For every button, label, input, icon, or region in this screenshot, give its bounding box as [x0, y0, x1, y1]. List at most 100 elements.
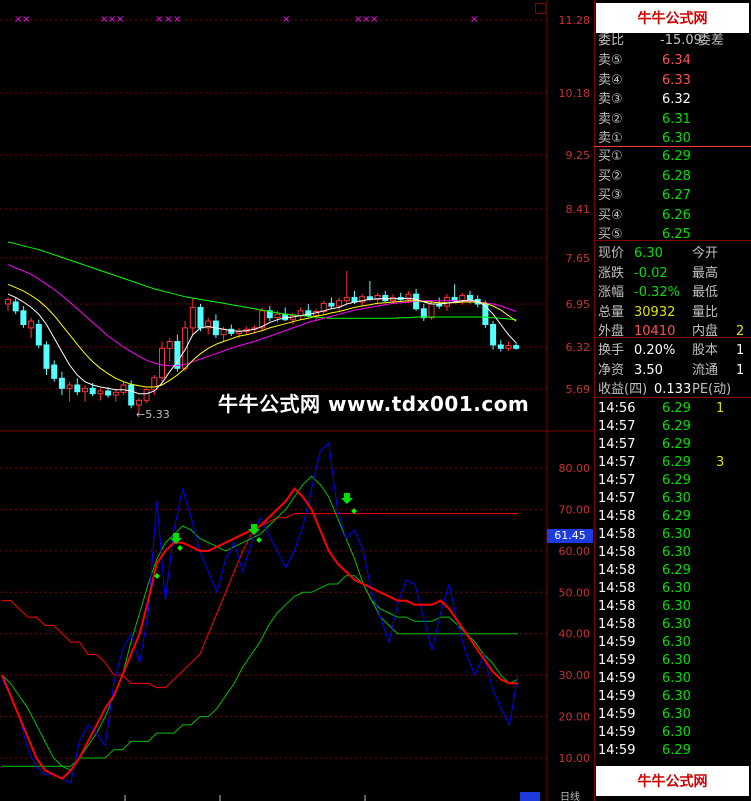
- tick-price: 6.29: [662, 419, 691, 434]
- indicator-tick-label: 30.00: [559, 669, 591, 682]
- tick-row: 14:59 6.30: [598, 670, 716, 688]
- sell-level-label: 卖③: [598, 92, 623, 108]
- tick-price: 6.29: [662, 473, 691, 488]
- buy-arrow-icon: [341, 493, 353, 504]
- indicator-green-line: [1, 475, 519, 772]
- tick-time: 14:59: [598, 707, 636, 722]
- candle-body: [197, 306, 204, 329]
- panel-separator: [594, 397, 751, 398]
- sell-level-price: 6.30: [662, 131, 691, 147]
- tick-row: 14:59 6.30: [598, 634, 716, 652]
- tick-price: 6.30: [662, 491, 691, 506]
- price-tick-label: 7.65: [566, 252, 591, 265]
- sell-level-label: 卖④: [598, 72, 623, 88]
- quote-row: 总量 30932 量比: [598, 304, 736, 322]
- tick-time: 14:58: [598, 527, 636, 542]
- quote-value: 30932: [634, 304, 676, 320]
- tick-time: 14:58: [598, 599, 636, 614]
- candle-body: [12, 301, 19, 312]
- tick-row: 14:57 6.30: [598, 490, 716, 508]
- tick-time: 14:58: [598, 563, 636, 578]
- tick-time: 14:57: [598, 455, 636, 470]
- tick-row: 14:58 6.30: [598, 526, 716, 544]
- indicator-tick-label: 60.00: [559, 545, 591, 558]
- price-tick-label: 8.41: [566, 203, 591, 216]
- tick-time: 14:59: [598, 743, 636, 758]
- price-tick-label: 6.32: [566, 341, 591, 354]
- buy-level-row: 买② 6.28: [598, 168, 691, 186]
- candle-body: [66, 384, 73, 389]
- buy-level-label: 买④: [598, 207, 623, 223]
- tick-price: 6.30: [662, 545, 691, 560]
- candle-body: [135, 399, 142, 406]
- tick-price: 6.30: [662, 707, 691, 722]
- tick-row: 14:56 6.29 1: [598, 400, 724, 418]
- candle-body: [143, 389, 150, 401]
- quote-label-secondary: 内盘: [692, 324, 719, 340]
- tick-time: 14:58: [598, 509, 636, 524]
- quote-row: 现价 6.30 今开: [598, 245, 736, 263]
- tick-row: 14:58 6.30: [598, 580, 716, 598]
- price-tick-label: 6.95: [566, 298, 591, 311]
- candle-body: [420, 308, 427, 319]
- price-tick-label: 10.18: [559, 87, 591, 100]
- quote-row: 外盘 10410 内盘 2: [598, 323, 744, 341]
- candle-body: [274, 313, 281, 319]
- signal-diamond-icon: [177, 545, 183, 551]
- tick-volume: 1: [716, 401, 725, 416]
- candle-body: [5, 298, 11, 305]
- buy-level-label: 买①: [598, 149, 623, 164]
- tick-time: 14:57: [598, 491, 636, 506]
- sell-level-row: 卖⑤ 6.34: [598, 52, 691, 70]
- tick-time: 14:57: [598, 473, 636, 488]
- tick-row: 14:57 6.29: [598, 418, 716, 436]
- candle-body: [328, 302, 335, 307]
- signal-x-marker: ×: [282, 14, 290, 25]
- indicator-tick-label: 20.00: [559, 711, 591, 724]
- low-price-marker: ←5.33: [136, 408, 170, 421]
- tick-row: 14:59 6.29: [598, 742, 716, 760]
- quote-label: 涨幅: [598, 285, 625, 301]
- watermark-text: 牛牛公式网 www.tdx001.com: [218, 392, 530, 416]
- candle-body: [443, 296, 450, 307]
- candle-body: [128, 384, 135, 406]
- buy-level-label: 买③: [598, 188, 623, 204]
- buy-level-row: 买④ 6.26: [598, 207, 691, 225]
- tick-price: 6.30: [662, 581, 691, 596]
- candle-body: [428, 303, 435, 319]
- buy-level-label: 买②: [598, 168, 623, 184]
- indicator-green-step: [2, 575, 518, 767]
- candle-body: [336, 300, 343, 307]
- panel-separator: [594, 337, 751, 338]
- panel-separator: [594, 240, 751, 241]
- sell-level-label: 卖②: [598, 111, 623, 127]
- buy-level-row: 买① 6.29: [598, 148, 691, 166]
- sell-level-label: 卖⑤: [598, 53, 623, 68]
- candle-body: [482, 303, 489, 325]
- buy-level-price: 6.26: [662, 207, 691, 223]
- tick-row: 14:59 6.30: [598, 706, 716, 724]
- tick-row: 14:59 6.30: [598, 724, 716, 742]
- fundamental-label: 净资: [598, 362, 625, 378]
- candle-body: [51, 364, 58, 379]
- tick-time: 14:58: [598, 617, 636, 632]
- orderbook-header: 委比 -15.09委差: [598, 32, 724, 50]
- buy-arrow-icon: [248, 524, 260, 535]
- tick-time: 14:59: [598, 653, 636, 668]
- signal-x-marker: ×: [164, 14, 172, 25]
- fundamental-row: 换手 0.20% 股本 1: [598, 342, 744, 360]
- candle-body: [159, 347, 165, 379]
- fundamental-value: 3.50: [634, 362, 663, 378]
- candle-body: [166, 341, 173, 349]
- tick-volume: 3: [716, 455, 725, 470]
- sell-level-price: 6.34: [662, 53, 691, 68]
- signal-x-marker: ×: [22, 14, 30, 25]
- tick-time: 14:59: [598, 635, 636, 650]
- window-toggle-icon[interactable]: [535, 3, 546, 14]
- indicator-tick-label: 50.00: [559, 586, 591, 599]
- tick-time: 14:56: [598, 401, 636, 416]
- scroll-thumb: [520, 792, 540, 801]
- tick-price: 6.30: [662, 653, 691, 668]
- sell-level-price: 6.32: [662, 92, 691, 108]
- tick-price: 6.30: [662, 725, 691, 740]
